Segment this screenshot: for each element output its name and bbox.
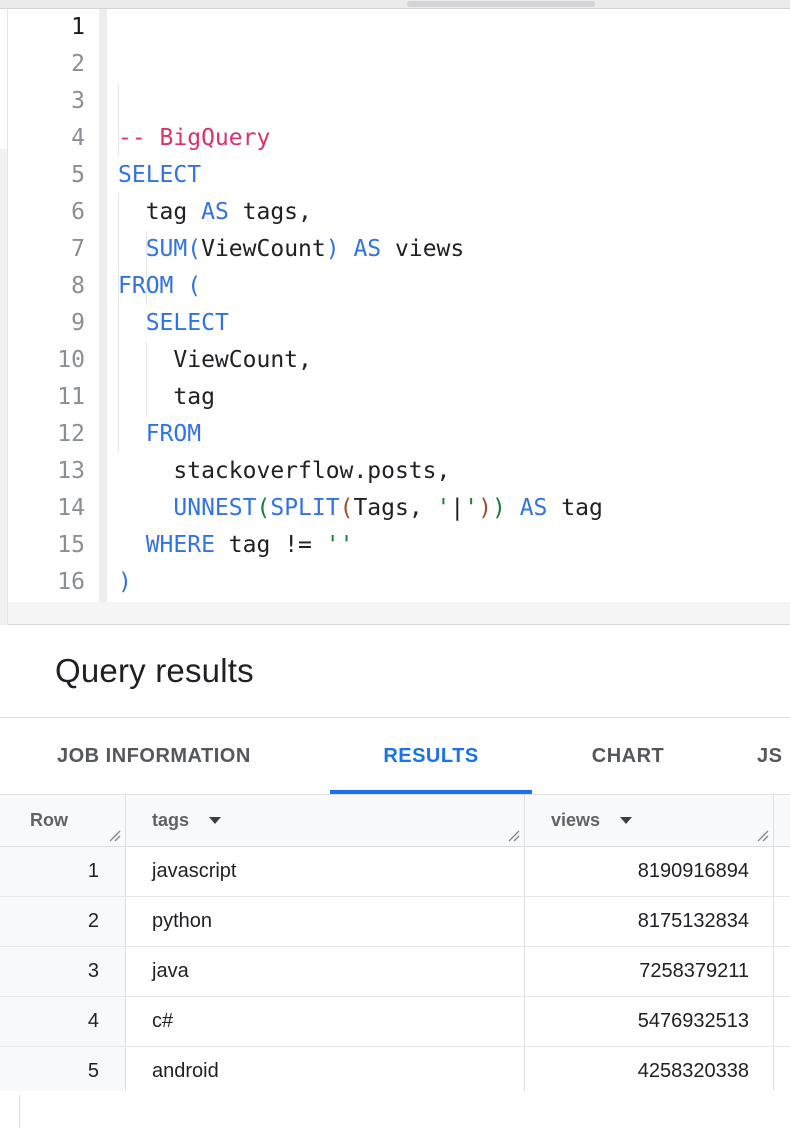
tab-job-information-label: JOB INFORMATION (57, 745, 251, 768)
editor-top-scrollbar-track (0, 0, 790, 9)
query-results-header: Query results (0, 625, 790, 718)
tab-json[interactable]: JS (757, 718, 790, 794)
column-resize-handle-icon[interactable] (506, 828, 521, 843)
line-number: 14 (0, 490, 85, 527)
line-number: 11 (0, 379, 85, 416)
line-number: 16 (0, 564, 85, 601)
code-line[interactable]: 5 FROM ( (0, 157, 790, 194)
column-header-extra (774, 795, 790, 846)
code-line[interactable]: 13 ) (0, 453, 790, 490)
line-number: 10 (0, 342, 85, 379)
code-line[interactable]: 6 SELECT (0, 194, 790, 231)
extra-cell (774, 997, 790, 1046)
results-table: Row tags views 1 (0, 795, 790, 1097)
tab-job-information[interactable]: JOB INFORMATION (57, 718, 251, 794)
tab-results[interactable]: RESULTS (330, 718, 532, 794)
column-resize-handle-icon[interactable] (107, 828, 122, 843)
code-line[interactable]: 11 UNNEST(SPLIT(Tags, '|')) AS tag (0, 379, 790, 416)
line-number: 7 (0, 231, 85, 268)
views-column-label: views (551, 810, 600, 831)
tags-cell: java (126, 947, 525, 996)
pane-divider[interactable] (0, 602, 790, 625)
line-number: 5 (0, 157, 85, 194)
tags-cell: javascript (126, 847, 525, 896)
line-number: 2 (0, 46, 85, 83)
line-number: 1 (0, 9, 85, 46)
table-row: 4 c# 5476932513 (0, 997, 790, 1047)
sql-editor[interactable]: 1 -- BigQuery 2 SELECT 3 tag AS tags, 4 … (0, 9, 790, 602)
extra-cell (774, 847, 790, 896)
tags-column-label: tags (152, 810, 189, 831)
line-number: 4 (0, 120, 85, 157)
tab-results-label: RESULTS (383, 745, 478, 768)
table-row: 3 java 7258379211 (0, 947, 790, 997)
code-line[interactable]: 12 WHERE tag != '' (0, 416, 790, 453)
scrollbar-thumb[interactable] (407, 1, 595, 7)
table-row: 1 javascript 8190916894 (0, 847, 790, 897)
views-cell: 8175132834 (525, 897, 774, 946)
views-cell: 4258320338 (525, 1047, 774, 1096)
row-number-cell: 3 (0, 947, 126, 996)
row-column-label: Row (30, 810, 68, 831)
table-body: 1 javascript 8190916894 2 python 8175132… (0, 847, 790, 1097)
query-results-title: Query results (55, 652, 254, 690)
code-line[interactable]: 4 SUM(ViewCount) AS views (0, 120, 790, 157)
tags-cell: android (126, 1047, 525, 1096)
code-line[interactable]: 3 tag AS tags, (0, 83, 790, 120)
code-line[interactable]: 15 ORDER BY views DESC (0, 527, 790, 564)
code-line[interactable]: 8 tag (0, 268, 790, 305)
code-line[interactable]: 16 LIMIT 5 (0, 564, 790, 601)
code-line[interactable]: 9 FROM (0, 305, 790, 342)
extra-cell (774, 897, 790, 946)
table-row: 5 android 4258320338 (0, 1047, 790, 1097)
views-dropdown-icon[interactable] (620, 817, 632, 824)
tags-cell: c# (126, 997, 525, 1046)
results-tab-bar: JOB INFORMATION RESULTS CHART JS (0, 718, 790, 795)
table-footer (0, 1091, 790, 1128)
line-number: 15 (0, 527, 85, 564)
tags-cell: python (126, 897, 525, 946)
tab-json-label: JS (757, 745, 782, 768)
views-cell: 5476932513 (525, 997, 774, 1046)
line-number: 13 (0, 453, 85, 490)
column-resize-handle-icon[interactable] (755, 828, 770, 843)
table-header-row: Row tags views (0, 795, 790, 847)
views-cell: 7258379211 (525, 947, 774, 996)
column-header-row: Row (0, 795, 126, 846)
line-number: 6 (0, 194, 85, 231)
line-number: 3 (0, 83, 85, 120)
extra-cell (774, 947, 790, 996)
tags-dropdown-icon[interactable] (209, 817, 221, 824)
row-number-cell: 5 (0, 1047, 126, 1096)
line-number: 12 (0, 416, 85, 453)
code-line[interactable]: 14 GROUP BY tags (0, 490, 790, 527)
line-number: 8 (0, 268, 85, 305)
code-line[interactable]: 7 ViewCount, (0, 231, 790, 268)
table-row: 2 python 8175132834 (0, 897, 790, 947)
views-cell: 8190916894 (525, 847, 774, 896)
code-lines: 1 -- BigQuery 2 SELECT 3 tag AS tags, 4 … (0, 9, 790, 601)
column-header-views[interactable]: views (525, 795, 774, 846)
tab-chart[interactable]: CHART (563, 718, 693, 794)
row-number-cell: 2 (0, 897, 126, 946)
code-line[interactable]: 2 SELECT (0, 46, 790, 83)
tab-chart-label: CHART (592, 745, 665, 768)
code-line[interactable]: 10 stackoverflow.posts, (0, 342, 790, 379)
bigquery-query-screen: 1 -- BigQuery 2 SELECT 3 tag AS tags, 4 … (0, 0, 790, 1128)
editor-left-edge-strip (0, 9, 8, 625)
row-number-cell: 4 (0, 997, 126, 1046)
code-line[interactable]: 1 -- BigQuery (0, 9, 790, 46)
line-number: 9 (0, 305, 85, 342)
extra-cell (774, 1047, 790, 1096)
row-number-cell: 1 (0, 847, 126, 896)
column-header-tags[interactable]: tags (126, 795, 525, 846)
footer-left-divider (19, 1095, 20, 1128)
active-tab-underline (330, 790, 532, 794)
